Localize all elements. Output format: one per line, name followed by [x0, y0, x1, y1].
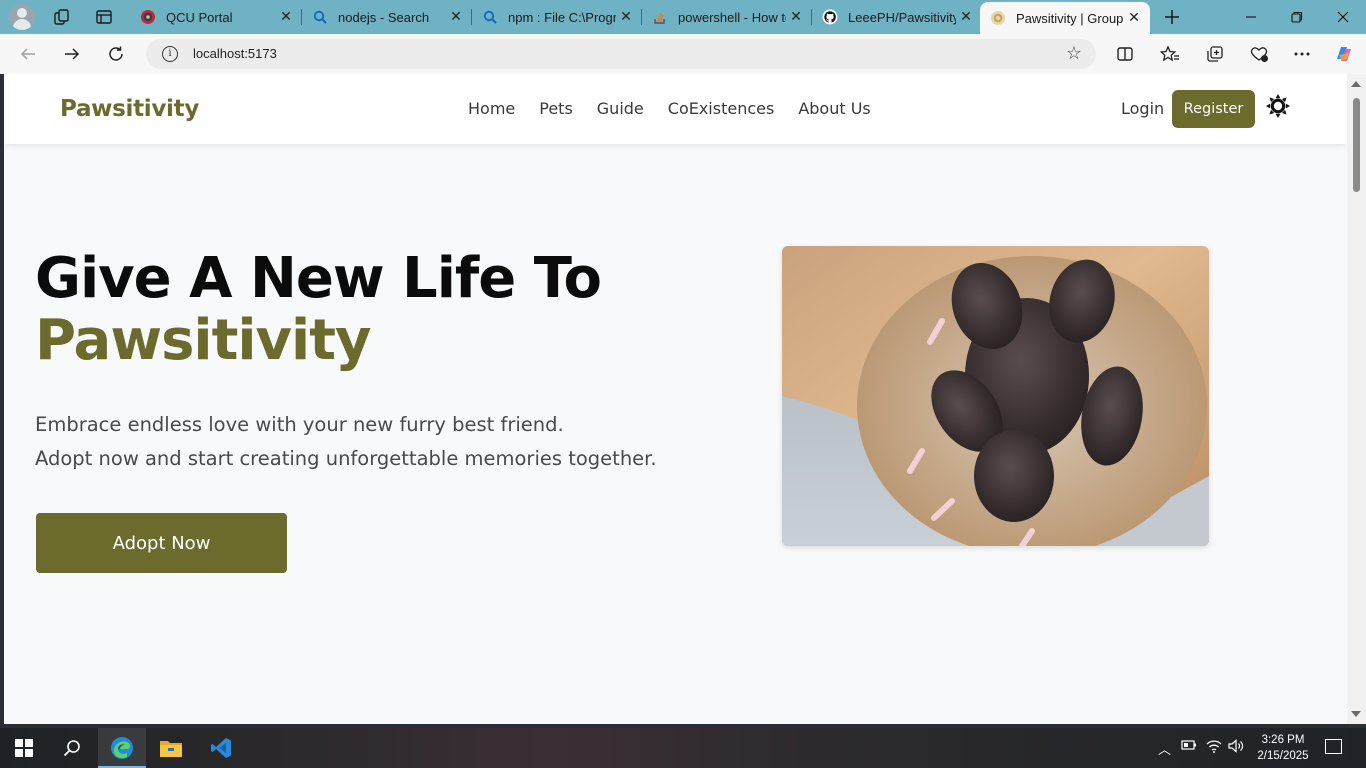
hero-title: Give A New Life To Pawsitivity: [35, 246, 602, 373]
tab-github-repo[interactable]: LeeePH/Pawsitivity ✕: [812, 0, 982, 34]
close-tab-icon[interactable]: ✕: [1124, 8, 1144, 28]
close-tab-icon[interactable]: ✕: [276, 7, 296, 27]
close-window-icon[interactable]: [1320, 0, 1366, 34]
favorites-icon[interactable]: [1155, 39, 1185, 69]
more-options-icon[interactable]: [1287, 39, 1317, 69]
vite-favicon-icon: [990, 10, 1006, 26]
close-tab-icon[interactable]: ✕: [616, 7, 636, 27]
github-favicon-icon: [822, 9, 838, 25]
tab-powershell[interactable]: powershell - How to ✕: [642, 0, 812, 34]
site-header: Pawsitivity Home Pets Guide CoExistences…: [4, 74, 1347, 144]
favorite-star-icon[interactable]: ☆: [1066, 43, 1082, 64]
qcu-favicon-icon: [140, 9, 156, 25]
profile-avatar-icon[interactable]: [9, 4, 35, 30]
notifications-icon[interactable]: [1325, 739, 1342, 754]
tab-title: nodejs - Search: [338, 9, 430, 25]
hero-title-line1: Give A New Life To: [35, 246, 602, 311]
minimize-window-icon[interactable]: [1228, 0, 1274, 34]
clock-time: 3:26 PM: [1261, 734, 1305, 746]
back-arrow-icon[interactable]: [13, 39, 43, 69]
page-scrollbar[interactable]: [1347, 74, 1366, 724]
nav-link-pets[interactable]: Pets: [539, 99, 573, 118]
stackoverflow-favicon-icon: [652, 9, 668, 25]
search-icon[interactable]: [48, 728, 96, 768]
file-explorer-icon[interactable]: [147, 728, 195, 768]
close-tab-icon[interactable]: ✕: [786, 7, 806, 27]
windows-taskbar: ︿ 3:26 PM 2/15/2025: [0, 728, 1366, 768]
nav-link-home[interactable]: Home: [468, 99, 515, 118]
tab-actions-icon[interactable]: [92, 5, 116, 29]
theme-toggle-sun-icon[interactable]: [1265, 93, 1291, 119]
tab-title: LeeePH/Pawsitivity: [848, 9, 956, 25]
tab-title: npm : File C:\Program: [508, 9, 616, 25]
new-tab-icon[interactable]: [1160, 5, 1184, 29]
nav-link-about-us[interactable]: About Us: [798, 99, 870, 118]
clock-date: 2/15/2025: [1257, 750, 1309, 762]
address-bar[interactable]: i localhost:5173 ☆: [146, 39, 1096, 69]
hero-subtitle-line2: Adopt now and start creating unforgettab…: [35, 447, 657, 470]
scrollbar-thumb[interactable]: [1353, 98, 1360, 192]
tab-nodejs-search[interactable]: nodejs - Search ✕: [302, 0, 472, 34]
dog-paw-image: [782, 246, 1209, 546]
windows-start-icon[interactable]: [0, 728, 48, 768]
show-hidden-icons-chevron-icon[interactable]: ︿: [1158, 739, 1171, 758]
login-link[interactable]: Login: [1121, 99, 1164, 118]
site-logo[interactable]: Pawsitivity: [60, 96, 199, 122]
vscode-icon[interactable]: [197, 728, 245, 768]
wifi-icon[interactable]: [1206, 739, 1222, 757]
refresh-icon[interactable]: [101, 39, 131, 69]
address-url[interactable]: localhost:5173: [193, 46, 277, 61]
scroll-down-arrow-icon[interactable]: [1351, 711, 1361, 717]
browser-essentials-icon[interactable]: [1244, 39, 1274, 69]
browser-toolbar: i localhost:5173 ☆: [0, 34, 1366, 74]
search-favicon-icon: [482, 9, 498, 25]
split-screen-icon[interactable]: [1110, 39, 1140, 69]
tab-qcu-portal[interactable]: QCU Portal ✕: [130, 0, 302, 34]
hero-subtitle: Embrace endless love with your new furry…: [35, 408, 657, 476]
scroll-up-arrow-icon[interactable]: [1351, 81, 1361, 87]
page-viewport: Pawsitivity Home Pets Guide CoExistences…: [4, 74, 1366, 724]
tab-pawsitivity-active[interactable]: Pawsitivity | Group 4 ✕: [980, 2, 1150, 34]
nav-link-guide[interactable]: Guide: [597, 99, 644, 118]
workspaces-icon[interactable]: [50, 5, 74, 29]
edge-browser-icon[interactable]: [98, 728, 146, 768]
tab-npm-file[interactable]: npm : File C:\Program ✕: [472, 0, 642, 34]
volume-icon[interactable]: [1228, 739, 1244, 757]
tab-title: Pawsitivity | Group 4: [1016, 10, 1124, 26]
copilot-icon[interactable]: [1329, 39, 1359, 69]
restore-window-icon[interactable]: [1274, 0, 1320, 34]
collections-icon[interactable]: [1200, 39, 1230, 69]
tab-title: QCU Portal: [166, 9, 233, 25]
hero-title-accent: Pawsitivity: [35, 308, 372, 373]
search-favicon-icon: [312, 9, 328, 25]
forward-arrow-icon[interactable]: [57, 39, 87, 69]
taskbar-clock[interactable]: 3:26 PM 2/15/2025: [1252, 732, 1314, 764]
hero-subtitle-line1: Embrace endless love with your new furry…: [35, 413, 564, 436]
adopt-now-button[interactable]: Adopt Now: [36, 513, 287, 573]
tab-title: powershell - How to: [678, 9, 786, 25]
site-info-icon[interactable]: i: [162, 46, 178, 62]
nav-link-coexistences[interactable]: CoExistences: [668, 99, 775, 118]
main-nav: Home Pets Guide CoExistences About Us: [468, 99, 871, 118]
close-tab-icon[interactable]: ✕: [956, 7, 976, 27]
browser-tab-strip: QCU Portal ✕ nodejs - Search ✕ npm : Fil…: [0, 0, 1366, 34]
close-tab-icon[interactable]: ✕: [446, 7, 466, 27]
register-button[interactable]: Register: [1172, 90, 1255, 128]
battery-icon[interactable]: [1181, 739, 1197, 755]
